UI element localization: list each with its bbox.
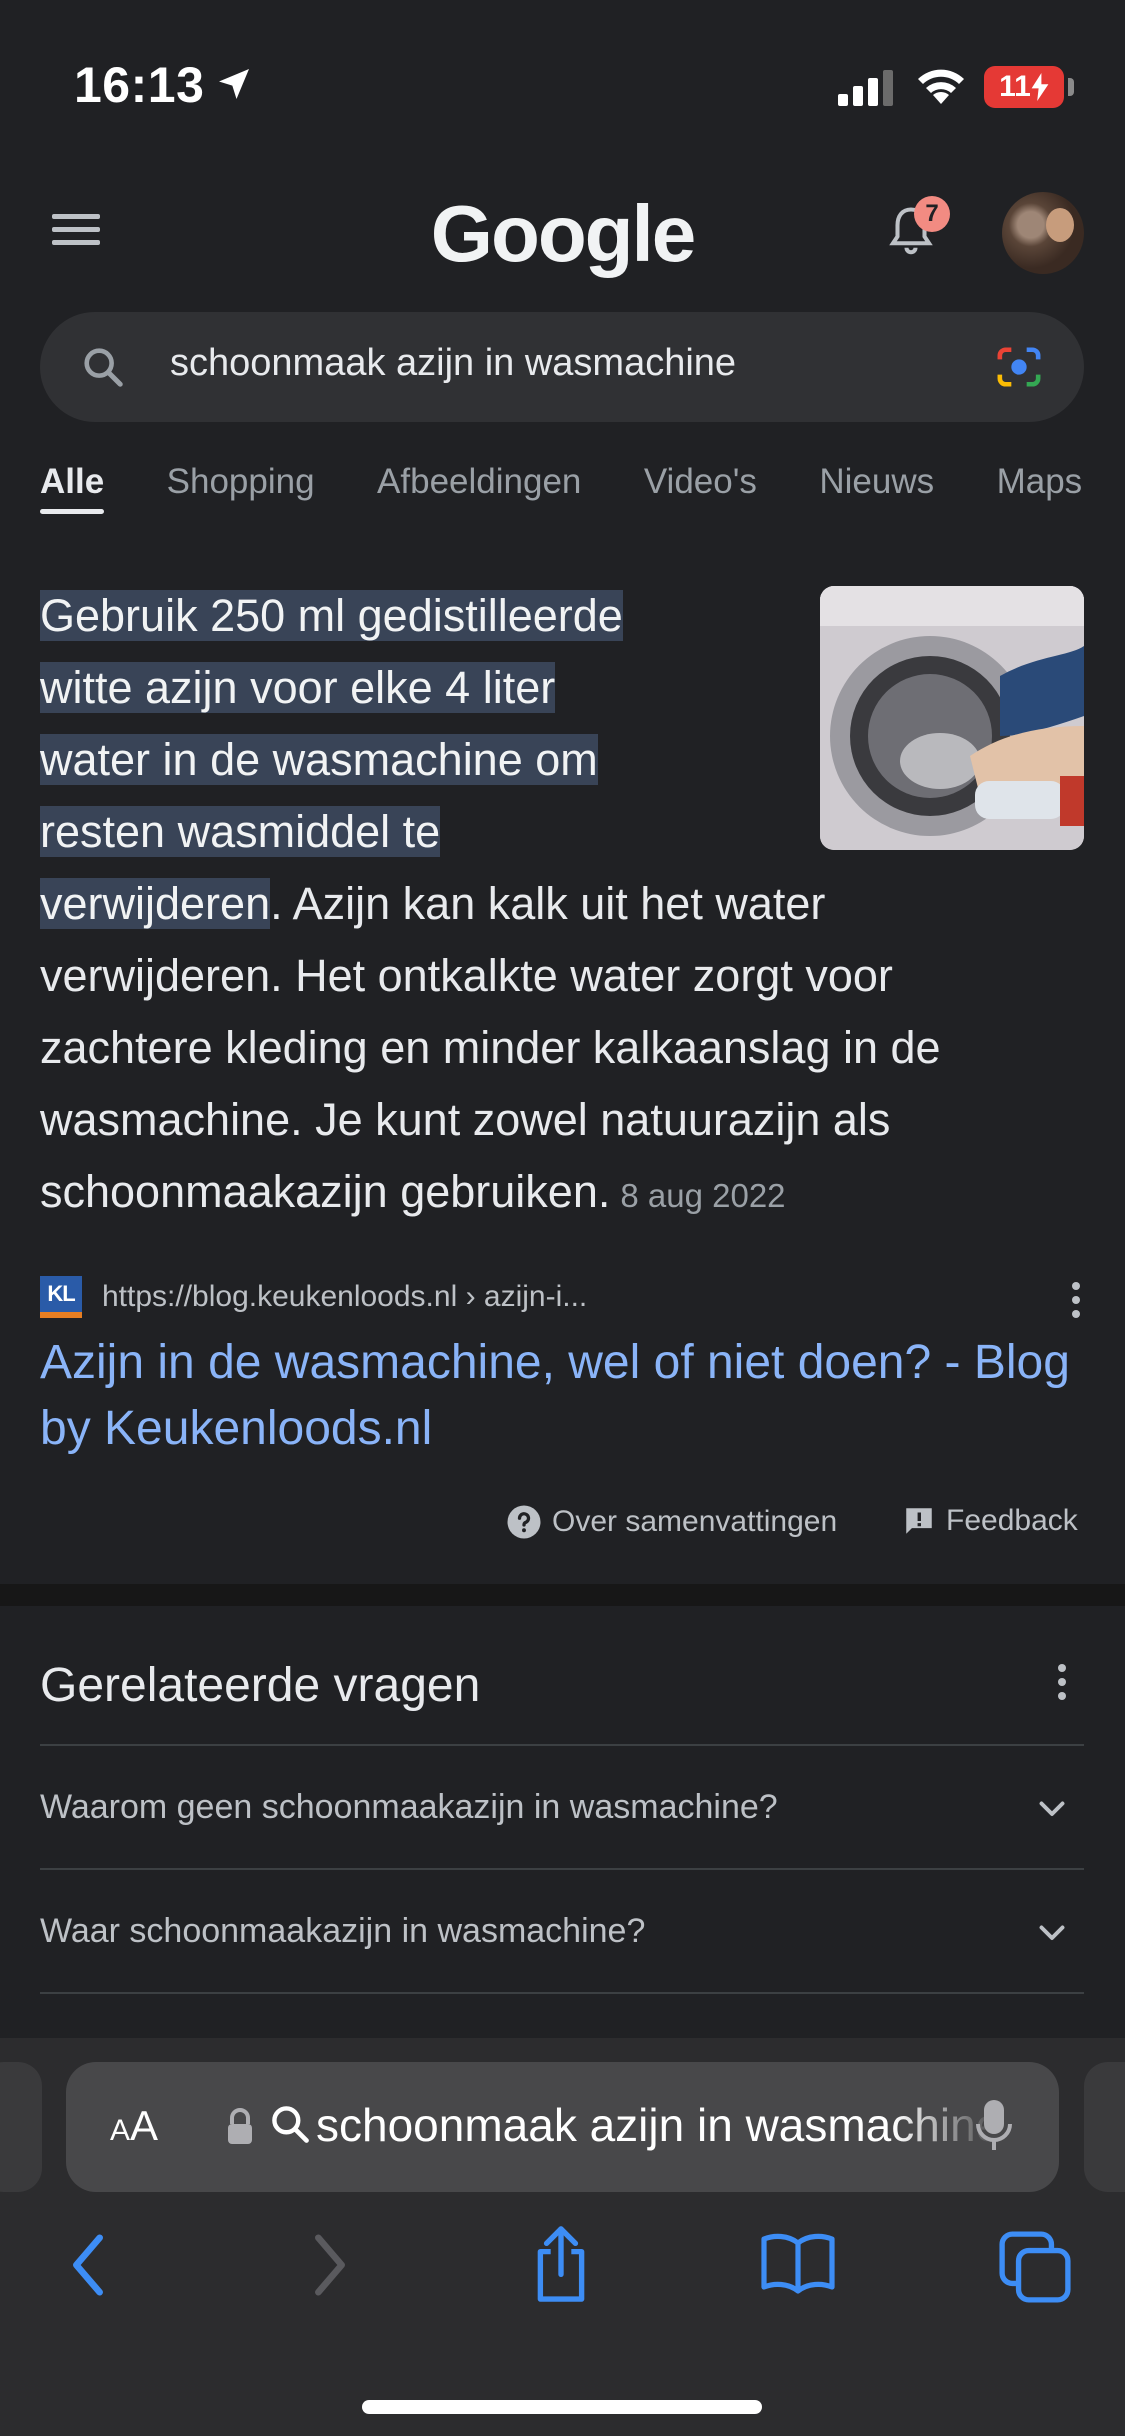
aa-big: A — [130, 2102, 159, 2149]
about-snippets-label: Over samenvattingen — [552, 1505, 838, 1538]
lock-icon — [228, 2108, 252, 2144]
snippet-highlight: Gebruik 250 ml gedistilleerde — [40, 590, 623, 641]
chevron-down-icon — [1039, 1801, 1065, 1816]
page-settings-button[interactable]: AA — [110, 2102, 158, 2150]
tab-videos[interactable]: Video's — [644, 462, 757, 522]
wifi-icon — [918, 69, 964, 104]
snippet-highlight: water in de wasmachine om — [40, 734, 598, 785]
snippet-body: . Azijn kan kalk uit het water — [270, 878, 826, 929]
snippet-body: wasmachine. Je kunt zowel natuurazijn al… — [40, 1094, 891, 1145]
snippet-highlight: resten wasmiddel te — [40, 806, 441, 857]
search-input[interactable]: schoonmaak azijn in wasmachine — [170, 342, 736, 385]
status-time: 16:13 — [74, 57, 205, 113]
snippet-footer: Over samenvattingen Feedback — [0, 1500, 1125, 1550]
search-tabs: Alle Shopping Afbeeldingen Video's Nieuw… — [40, 462, 1125, 532]
featured-snippet: Gebruik 250 ml gedistilleerde witte azij… — [40, 580, 1084, 1232]
feedback-label: Feedback — [946, 1504, 1078, 1537]
washing-machine-image — [820, 586, 1084, 850]
more-options-icon[interactable] — [1054, 1662, 1070, 1702]
location-arrow-icon — [219, 69, 249, 99]
feedback-link[interactable]: Feedback — [902, 1504, 1078, 1538]
help-circle-icon — [507, 1505, 541, 1539]
row-divider — [40, 1992, 1084, 1994]
microphone-icon[interactable] — [974, 2098, 1014, 2154]
back-icon[interactable] — [64, 2230, 112, 2300]
avatar[interactable] — [1002, 192, 1084, 274]
tab-maps[interactable]: Maps — [997, 462, 1083, 522]
safari-toolbar — [0, 2226, 1125, 2330]
battery-level: 11 — [999, 70, 1031, 103]
snippet-date: 8 aug 2022 — [620, 1177, 786, 1214]
related-question-row[interactable]: Waar schoonmaakazijn in wasmachine? — [40, 1868, 1084, 1992]
forward-icon[interactable] — [306, 2230, 354, 2300]
snippet-thumbnail[interactable] — [820, 586, 1084, 850]
address-bar[interactable]: AA schoonmaak azijn in wasmachine — [66, 2062, 1059, 2192]
cellular-signal-icon — [838, 70, 893, 106]
tab-images[interactable]: Afbeeldingen — [377, 462, 581, 522]
site-favicon: KL — [40, 1276, 82, 1318]
source-url[interactable]: https://blog.keukenloods.nl › azijn-i... — [102, 1280, 587, 1314]
bookmarks-icon[interactable] — [760, 2230, 836, 2296]
result-source[interactable]: KL https://blog.keukenloods.nl › azijn-i… — [40, 1272, 1084, 1332]
battery-nub — [1068, 78, 1074, 96]
tab-shopping[interactable]: Shopping — [167, 462, 315, 522]
search-box[interactable]: schoonmaak azijn in wasmachine — [40, 312, 1084, 422]
snippet-highlight: witte azijn voor elke 4 liter — [40, 662, 556, 713]
search-icon — [272, 2106, 309, 2143]
chevron-down-icon — [1039, 1925, 1065, 1940]
about-snippets-link[interactable]: Over samenvattingen — [506, 1504, 837, 1540]
safari-bottom-bar: AA schoonmaak azijn in wasmachine — [0, 2038, 1125, 2436]
snippet-body: zachtere kleding en minder kalkaanslag i… — [40, 1022, 941, 1073]
status-bar: 16:13 11 — [0, 0, 1125, 170]
section-divider — [0, 1584, 1125, 1606]
snippet-highlight: verwijderen — [40, 878, 271, 929]
aa-small: A — [110, 2114, 131, 2147]
related-question-text: Waarom geen schoonmaakazijn in wasmachin… — [40, 1788, 778, 1826]
related-questions-title: Gerelateerde vragen — [40, 1659, 481, 1712]
home-indicator[interactable] — [362, 2400, 762, 2414]
tab-all[interactable]: Alle — [40, 462, 105, 522]
related-question-row[interactable]: Waarom geen schoonmaakazijn in wasmachin… — [40, 1744, 1084, 1868]
share-icon[interactable] — [528, 2222, 594, 2306]
tab-news[interactable]: Nieuws — [819, 462, 934, 522]
address-text[interactable]: schoonmaak azijn in wasmachine — [316, 2098, 996, 2152]
result-title-link[interactable]: Azijn in de wasmachine, wel of niet doen… — [40, 1330, 1084, 1462]
more-options-icon[interactable] — [1068, 1280, 1084, 1320]
search-icon — [84, 348, 123, 387]
feedback-icon — [906, 1508, 932, 1534]
battery-indicator: 11 — [984, 66, 1064, 108]
snippet-body: schoonmaakazijn gebruiken. — [40, 1166, 611, 1217]
google-lens-camera-icon[interactable] — [994, 344, 1044, 390]
google-header: Google 7 — [0, 180, 1125, 280]
related-question-text: Waar schoonmaakazijn in wasmachine? — [40, 1912, 646, 1950]
charging-bolt-icon — [1031, 73, 1049, 101]
next-tab-preview[interactable] — [1084, 2062, 1125, 2192]
tabs-icon[interactable] — [998, 2230, 1072, 2304]
notification-badge: 7 — [914, 196, 950, 232]
previous-tab-preview[interactable] — [0, 2062, 42, 2192]
snippet-body: verwijderen. Het ontkalkte water zorgt v… — [40, 950, 893, 1001]
google-logo[interactable]: Google — [0, 188, 1125, 280]
